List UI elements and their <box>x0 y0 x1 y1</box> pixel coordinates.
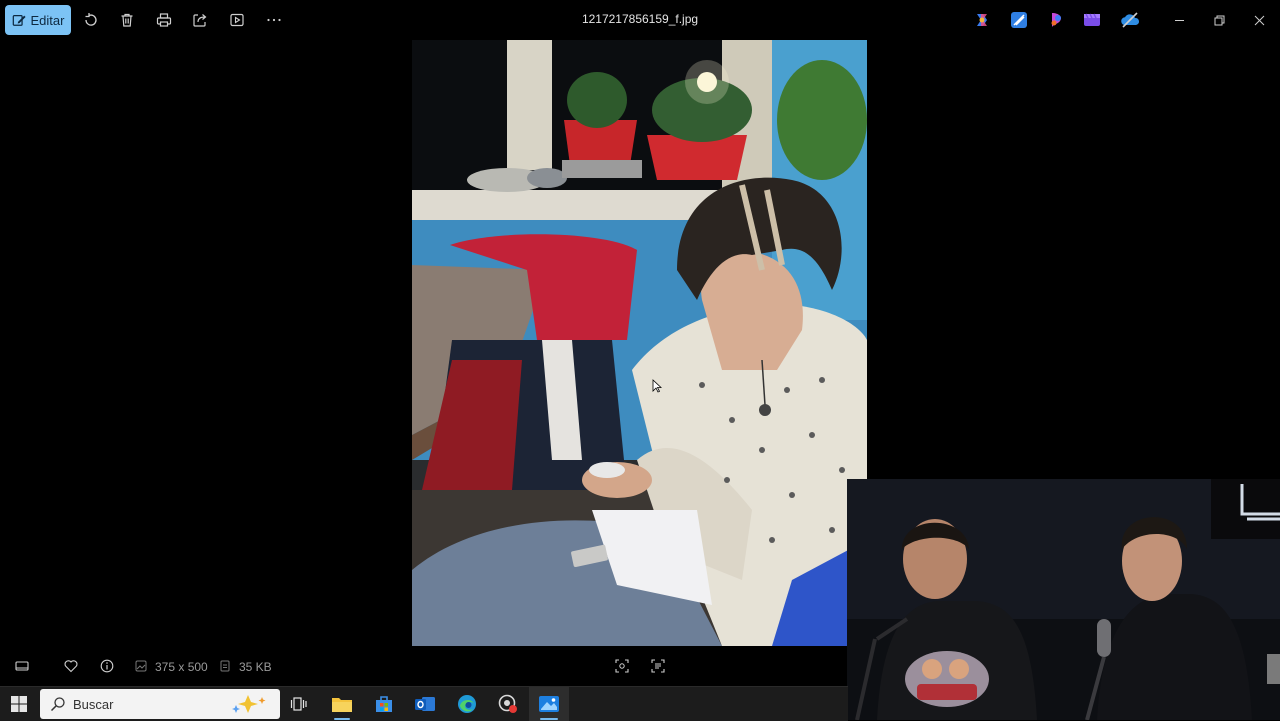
taskbar-search-box[interactable]: Buscar <box>40 689 280 719</box>
filesize-icon <box>217 658 233 674</box>
photos-icon[interactable] <box>537 692 561 716</box>
onedrive-icon[interactable] <box>1120 11 1140 29</box>
photo-viewer-image[interactable] <box>412 40 867 646</box>
info-icon[interactable] <box>99 658 115 674</box>
favorite-icon[interactable] <box>63 658 79 674</box>
store-icon[interactable] <box>372 692 396 716</box>
task-view-icon[interactable] <box>287 692 311 716</box>
edit-button-label: Editar <box>30 12 65 28</box>
webcam-overlay <box>847 479 1280 720</box>
taskbar: Buscar <box>0 686 848 721</box>
share-icon[interactable] <box>190 10 210 30</box>
rotate-icon[interactable] <box>81 10 101 30</box>
designer-icon[interactable] <box>1047 11 1065 29</box>
outlook-icon[interactable] <box>413 692 437 716</box>
close-icon <box>1254 15 1264 25</box>
mouse-cursor <box>652 379 662 393</box>
file-name: 1217217856159_f.jpg <box>581 12 699 26</box>
search-placeholder: Buscar <box>73 697 114 712</box>
minimize-button[interactable] <box>1167 8 1191 32</box>
delete-icon[interactable] <box>117 10 137 30</box>
file-size: 35 KB <box>239 660 272 674</box>
minimize-icon <box>1174 19 1184 21</box>
file-explorer-icon[interactable] <box>330 692 354 716</box>
copilot-icon[interactable] <box>973 11 991 29</box>
title-bar: Editar 1217217856159_f.jpg <box>0 0 1280 40</box>
more-icon[interactable] <box>264 10 284 30</box>
dimensions-icon <box>133 658 149 674</box>
info-bar: 375 x 500 35 KB <box>0 646 848 686</box>
start-icon[interactable] <box>10 695 28 713</box>
print-icon[interactable] <box>154 10 174 30</box>
edit-icon <box>12 15 26 26</box>
close-button[interactable] <box>1247 8 1271 32</box>
fit-icon[interactable] <box>614 658 630 674</box>
restore-button[interactable] <box>1207 8 1231 32</box>
restore-icon <box>1214 15 1224 25</box>
clipchamp-icon[interactable] <box>1010 11 1028 29</box>
clipchamp-video-icon[interactable] <box>1083 11 1101 29</box>
ocr-icon[interactable] <box>650 658 666 674</box>
edit-button[interactable]: Editar <box>5 5 71 35</box>
record-icon[interactable] <box>496 692 520 716</box>
edge-icon[interactable] <box>455 692 479 716</box>
search-icon <box>50 697 65 712</box>
slideshow-icon[interactable] <box>227 10 247 30</box>
filmstrip-icon[interactable] <box>14 658 30 674</box>
image-dimensions: 375 x 500 <box>155 660 208 674</box>
sparkle-icon <box>232 695 266 713</box>
